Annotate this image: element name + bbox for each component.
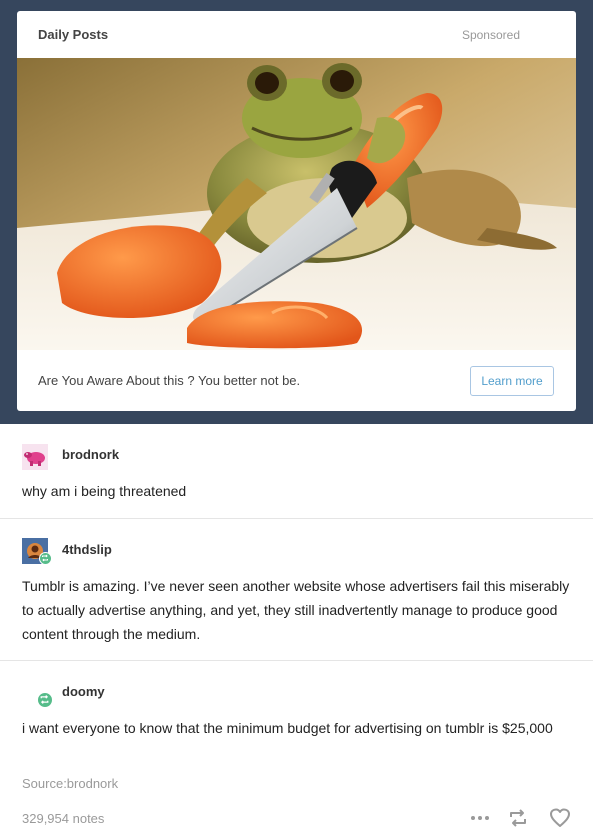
reblog-icon[interactable] <box>505 805 531 831</box>
sponsored-ad-card[interactable]: Daily Posts Sponsored Are You Aware Abou… <box>17 11 576 411</box>
post-body: Tumblr is amazing. I’ve never seen anoth… <box>22 578 570 642</box>
sponsored-label: Sponsored <box>461 28 520 42</box>
reblog-badge-icon <box>37 692 53 708</box>
ad-caption[interactable]: Are You Aware About this ? You better no… <box>38 373 300 388</box>
learn-more-button[interactable]: Learn more <box>470 366 554 396</box>
source-link[interactable]: Source:brodnork <box>22 776 118 791</box>
post-body: i want everyone to know that the minimum… <box>22 720 553 736</box>
frog-knife-image[interactable] <box>17 58 576 350</box>
brodnork-avatar[interactable] <box>22 444 48 470</box>
ad-blog-name[interactable]: Daily Posts <box>38 27 108 42</box>
more-dots-icon[interactable] <box>467 805 493 831</box>
notes-count[interactable]: 329,954 notes <box>22 811 104 826</box>
post-username[interactable]: brodnork <box>62 447 119 462</box>
post-divider <box>0 660 593 661</box>
post-divider <box>0 518 593 519</box>
reblog-badge-icon <box>39 552 52 565</box>
post-username[interactable]: 4thdslip <box>62 542 112 557</box>
heart-icon[interactable] <box>547 805 573 831</box>
ad-header: Daily Posts Sponsored <box>17 11 576 58</box>
post-username[interactable]: doomy <box>62 684 105 699</box>
post-body: why am i being threatened <box>22 483 187 499</box>
ad-footer: Are You Aware About this ? You better no… <box>17 350 576 411</box>
ad-container: Daily Posts Sponsored Are You Aware Abou… <box>0 0 593 424</box>
